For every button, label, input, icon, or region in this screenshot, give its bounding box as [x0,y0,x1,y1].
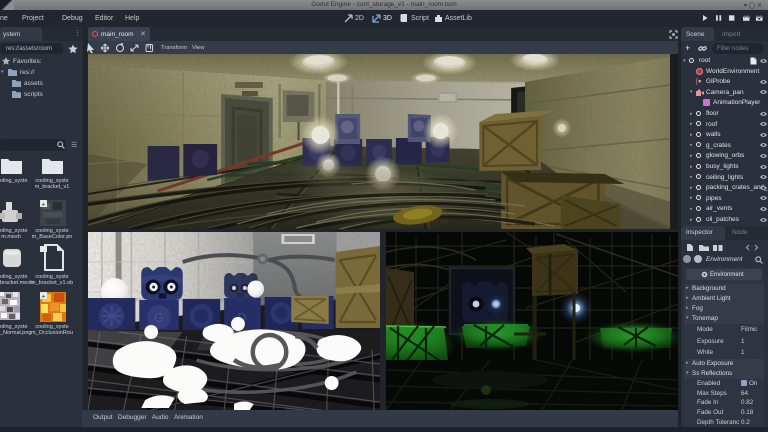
svg-text:G: G [154,310,164,325]
